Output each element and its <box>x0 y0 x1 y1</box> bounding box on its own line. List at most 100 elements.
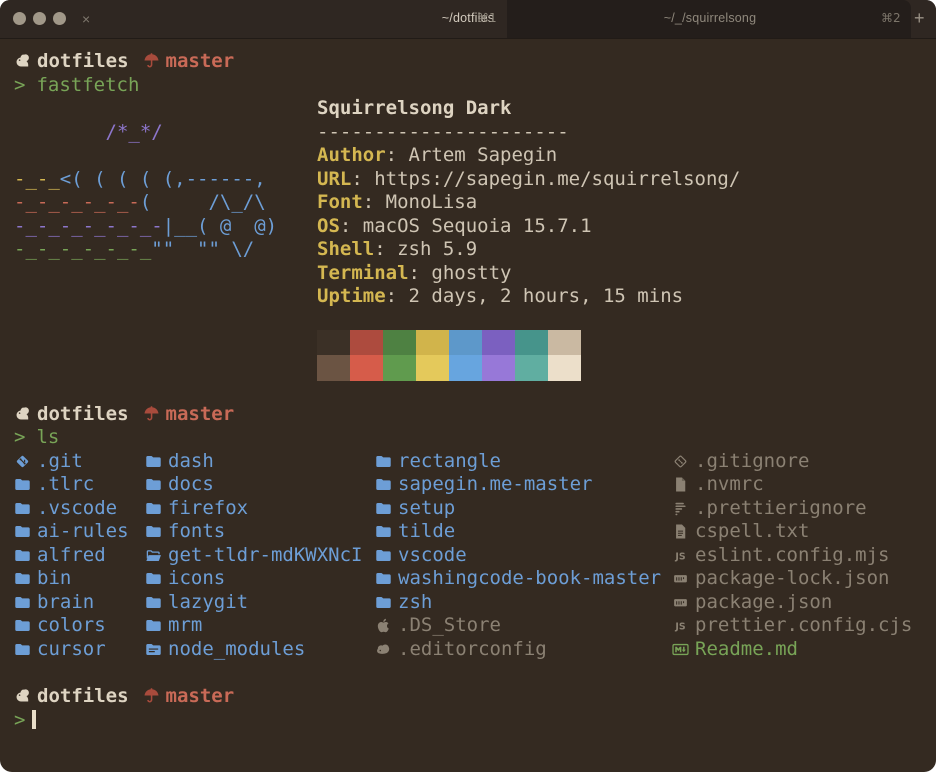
file-entry: rectangle <box>375 450 672 474</box>
info-colon: : <box>340 215 363 237</box>
file-entry: cursor <box>14 638 145 662</box>
art-line: -_-_-_-_-_-_"" "" \/ <box>14 238 317 262</box>
prompt-dir: dotfiles <box>37 403 129 425</box>
file-entry: node_modules <box>145 638 375 662</box>
palette-swatch <box>449 330 482 356</box>
ls-column: .gitignore.nvmrc.prettierignorecspell.tx… <box>672 450 936 662</box>
tab-shortcut-1: ⌘1 <box>477 11 497 25</box>
info-label: URL <box>317 168 351 190</box>
tab-title-dotfiles[interactable]: ~/dotfiles <box>398 11 538 25</box>
info-colon: : <box>351 168 374 190</box>
palette-row-normal <box>317 330 581 356</box>
file-name: .git <box>37 450 83 474</box>
info-label: Uptime <box>317 285 386 307</box>
art-segment: -_-_-_-_-_-_- <box>14 215 163 237</box>
terminal[interactable]: dotfilesmaster >fastfetch /*_*/-_-_<( ( … <box>0 39 936 732</box>
squirrel-icon <box>14 687 31 704</box>
file-entry: firefox <box>145 497 375 521</box>
npm-icon <box>672 594 689 611</box>
file-entry: .nvmrc <box>672 473 936 497</box>
file-text-icon <box>672 523 689 540</box>
file-name: prettier.config.cjs <box>695 614 912 638</box>
umbrella-icon <box>143 405 160 422</box>
folder-icon <box>14 570 31 587</box>
file-entry: .prettierignore <box>672 497 936 521</box>
git-branch: master <box>166 685 235 707</box>
prompt-line: dotfiles master <box>14 50 936 74</box>
command-line-1: >fastfetch <box>14 74 936 98</box>
prompt-dir: dotfiles <box>37 50 129 72</box>
folder-icon <box>14 476 31 493</box>
apple-icon <box>375 617 392 634</box>
info-row: Author: Artem Sapegin <box>317 144 740 168</box>
folder-icon <box>375 500 392 517</box>
git-branch: master <box>166 50 235 72</box>
file-entry: ai-rules <box>14 520 145 544</box>
info-row: Uptime: 2 days, 2 hours, 15 mins <box>317 285 740 309</box>
palette-swatch <box>383 330 416 356</box>
file-entry: .editorconfig <box>375 638 672 662</box>
file-entry: alfred <box>14 544 145 568</box>
file-entry: JSprettier.config.cjs <box>672 614 936 638</box>
file-name: node_modules <box>168 638 305 662</box>
art-line: -_-_-_-_-_-( /\_/\ <box>14 191 317 215</box>
folder-icon <box>375 547 392 564</box>
text-cursor <box>32 710 36 729</box>
palette-swatch <box>350 330 383 356</box>
file-entry: washingcode-book-master <box>375 567 672 591</box>
window-controls[interactable] <box>13 12 66 25</box>
prompt-block-3: dotfilesmaster <box>14 685 936 709</box>
folder-icon <box>375 570 392 587</box>
prettier-icon <box>672 500 689 517</box>
close-tab-icon[interactable]: × <box>82 10 90 28</box>
npm-icon <box>672 570 689 587</box>
traffic-light-maximize[interactable] <box>53 12 66 25</box>
file-name: .DS_Store <box>398 614 501 638</box>
traffic-light-minimize[interactable] <box>33 12 46 25</box>
folder-icon <box>145 500 162 517</box>
file-name: .prettierignore <box>695 497 867 521</box>
file-name: icons <box>168 567 225 591</box>
js-icon: JS <box>672 547 689 564</box>
file-name: eslint.config.mjs <box>695 544 889 568</box>
input-line[interactable]: > <box>14 709 936 733</box>
new-tab-button[interactable]: + <box>914 8 925 29</box>
traffic-light-close[interactable] <box>13 12 26 25</box>
file-name: brain <box>37 591 94 615</box>
art-line: /*_*/ <box>14 121 317 145</box>
file-name: .tlrc <box>37 473 94 497</box>
color-palette <box>317 330 581 381</box>
file-entry: JS eslint.config.mjs <box>672 544 936 568</box>
prompt-line: dotfilesmaster <box>14 403 936 427</box>
file-entry: .DS_Store <box>375 614 672 638</box>
prompt-caret: > <box>14 709 25 731</box>
file-entry: .tlrc <box>14 473 145 497</box>
file-icon <box>672 476 689 493</box>
folder-icon <box>145 453 162 470</box>
file-entry: brain <box>14 591 145 615</box>
tab-title-squirrelsong[interactable]: ~/_/squirrelsong <box>630 11 790 25</box>
art-segment: ( /\_/\ <box>140 191 266 213</box>
info-value: zsh 5.9 <box>397 238 477 260</box>
art-segment: |__( @ @) <box>163 215 277 237</box>
folder-icon <box>14 523 31 540</box>
folder-icon <box>14 594 31 611</box>
file-entry: lazygit <box>145 591 375 615</box>
info-colon: : <box>386 144 409 166</box>
file-name: .nvmrc <box>695 473 764 497</box>
file-entry: .gitignore <box>672 450 936 474</box>
file-name: .gitignore <box>695 450 809 474</box>
file-entry: .vscode <box>14 497 145 521</box>
file-entry: Readme.md <box>672 638 936 662</box>
file-name: get-tldr-mdKWXNcI <box>168 544 362 568</box>
git-outline-icon <box>672 453 689 470</box>
folder-icon <box>145 570 162 587</box>
file-name: package.json <box>695 591 832 615</box>
art-segment: -_-_-_-_-_-_ <box>14 238 151 260</box>
file-entry: fonts <box>145 520 375 544</box>
palette-swatch <box>515 355 548 381</box>
art-segment: -_-_ <box>14 168 60 190</box>
file-entry: sapegin.me-master <box>375 473 672 497</box>
art-line <box>14 144 317 168</box>
palette-swatch <box>317 355 350 381</box>
